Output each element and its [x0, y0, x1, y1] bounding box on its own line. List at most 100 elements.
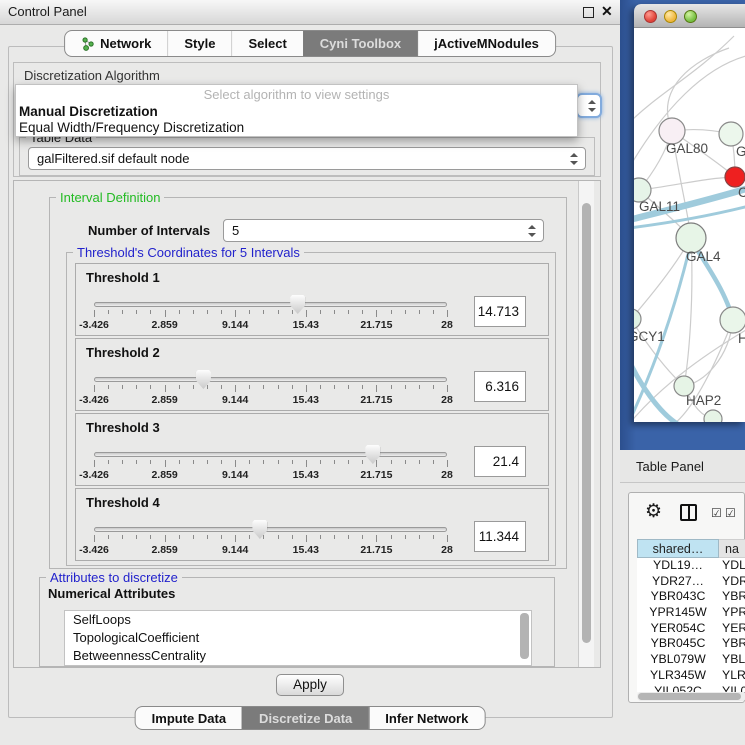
attribute-list-item[interactable]: SelfLoops [65, 611, 531, 629]
thresholds-group: Threshold's Coordinates for 5 Intervals … [66, 252, 556, 566]
cell-shared-name[interactable]: YER054C [637, 621, 719, 637]
threshold-value-field[interactable]: 21.4 [474, 446, 526, 477]
stepper-icon [587, 100, 596, 112]
network-node[interactable] [720, 307, 745, 333]
cell-name[interactable]: YIL0 [719, 684, 745, 693]
tick-mark [320, 310, 321, 314]
tick-mark [179, 310, 180, 314]
tick-mark [348, 535, 349, 539]
slider-track[interactable] [94, 377, 447, 382]
threshold-value-field[interactable]: 6.316 [474, 371, 526, 402]
table-rows: YDL19…YDL1YDR27…YDR2YBR043CYBR0YPR145WYP… [637, 558, 745, 692]
apply-button[interactable]: Apply [276, 674, 344, 696]
table-row[interactable]: YBR043CYBR0 [637, 589, 745, 605]
table-row[interactable]: YPR145WYPR1 [637, 605, 745, 621]
table-row[interactable]: YLR345WYLR3 [637, 668, 745, 684]
cell-shared-name[interactable]: YPR145W [637, 605, 719, 621]
checkbox-icon[interactable]: ☑ [711, 506, 722, 520]
close-icon[interactable]: ✕ [601, 3, 613, 20]
tick-mark [150, 310, 151, 314]
float-window-icon[interactable] [583, 7, 594, 18]
threshold-slider[interactable]: -3.4262.8599.14415.4321.71528 [94, 292, 447, 334]
tab-label: Network [100, 36, 151, 51]
tab-select[interactable]: Select [231, 31, 302, 56]
tick-mark [405, 310, 406, 314]
tab-style[interactable]: Style [167, 31, 231, 56]
cell-shared-name[interactable]: YBR043C [637, 589, 719, 605]
slider-track[interactable] [94, 302, 447, 307]
tick-mark [334, 385, 335, 389]
tick-mark [193, 460, 194, 464]
cell-name[interactable]: YBR0 [719, 636, 745, 652]
table-row[interactable]: YDR27…YDR2 [637, 574, 745, 590]
slider-ticks [94, 310, 447, 318]
panel-scrollbar-track[interactable] [578, 181, 594, 667]
slider-track[interactable] [94, 452, 447, 457]
network-node[interactable] [634, 309, 641, 329]
zoom-traffic-light[interactable] [684, 10, 697, 23]
cell-shared-name[interactable]: YLR345W [637, 668, 719, 684]
threshold-slider[interactable]: -3.4262.8599.14415.4321.71528 [94, 367, 447, 409]
numerical-attributes-list[interactable]: SelfLoopsTopologicalCoefficientBetweenne… [64, 610, 532, 666]
tab-discretize-data[interactable]: Discretize Data [242, 707, 368, 729]
minimize-traffic-light[interactable] [664, 10, 677, 23]
table-row[interactable]: YDL19…YDL1 [637, 558, 745, 574]
table-data-combobox[interactable]: galFiltered.sif default node [28, 147, 586, 170]
column-header-name[interactable]: na [719, 539, 745, 558]
threshold-slider[interactable]: -3.4262.8599.14415.4321.71528 [94, 442, 447, 484]
tab-infer-network[interactable]: Infer Network [368, 707, 484, 729]
cell-name[interactable]: YER0 [719, 621, 745, 637]
tick-mark [362, 535, 363, 539]
attribute-list-item[interactable]: BetweennessCentrality [65, 647, 531, 665]
tick-mark [320, 535, 321, 539]
threshold-slider[interactable]: -3.4262.8599.14415.4321.71528 [94, 517, 447, 559]
cell-name[interactable]: YDL1 [719, 558, 745, 574]
table-hscrollbar-thumb[interactable] [638, 693, 741, 700]
tab-impute-data[interactable]: Impute Data [136, 707, 242, 729]
cell-name[interactable]: YBR0 [719, 589, 745, 605]
tick-mark [391, 385, 392, 389]
tab-cyni-toolbox[interactable]: Cyni Toolbox [303, 31, 417, 56]
cell-shared-name[interactable]: YBR045C [637, 636, 719, 652]
checkbox-icon[interactable]: ☑ [725, 506, 736, 520]
network-node[interactable] [725, 167, 745, 187]
cell-name[interactable]: YDR2 [719, 574, 745, 590]
tick-mark [235, 385, 236, 392]
table-row[interactable]: YBL079WYBL0 [637, 652, 745, 668]
tick-mark [447, 535, 448, 542]
cell-shared-name[interactable]: YDR27… [637, 574, 719, 590]
table-header-row: shared… na [637, 539, 745, 558]
network-node[interactable] [719, 122, 743, 146]
tab-network[interactable]: Network [65, 31, 167, 56]
threshold-value-field[interactable]: 14.713 [474, 296, 526, 327]
cell-name[interactable]: YBL0 [719, 652, 745, 668]
cell-name[interactable]: YLR3 [719, 668, 745, 684]
table-row[interactable]: YIL052CYIL0 [637, 684, 745, 693]
cell-shared-name[interactable]: YBL079W [637, 652, 719, 668]
columns-icon[interactable] [680, 504, 697, 521]
panel-scrollbar-thumb[interactable] [582, 203, 591, 643]
cell-name[interactable]: YPR1 [719, 605, 745, 621]
tick-mark [249, 385, 250, 389]
threshold-value-field[interactable]: 11.344 [474, 521, 526, 552]
network-canvas[interactable]: GAL80GACGAL11GAL4GCY1HHAP2 [634, 28, 745, 422]
tab-jactivemnodules[interactable]: jActiveMNodules [417, 31, 555, 56]
algorithm-combo-focus-fragment[interactable] [576, 93, 602, 118]
list-scrollbar[interactable] [520, 613, 529, 659]
dropdown-item-equal-width-frequency[interactable]: Equal Width/Frequency Discretization [19, 120, 244, 135]
number-of-intervals-combobox[interactable]: 5 [223, 219, 544, 242]
close-traffic-light[interactable] [644, 10, 657, 23]
gear-icon[interactable]: ⚙ [645, 500, 662, 523]
table-hscrollbar-track[interactable] [637, 692, 745, 701]
cell-shared-name[interactable]: YIL052C [637, 684, 719, 693]
network-node[interactable] [704, 410, 722, 422]
dropdown-item-manual-discretization[interactable]: Manual Discretization [19, 104, 158, 119]
tick-mark [193, 310, 194, 314]
slider-track[interactable] [94, 527, 447, 532]
table-row[interactable]: YER054CYER0 [637, 621, 745, 637]
cell-shared-name[interactable]: YDL19… [637, 558, 719, 574]
tick-label: 28 [441, 469, 453, 481]
attribute-list-item[interactable]: TopologicalCoefficient [65, 629, 531, 647]
column-header-shared-name[interactable]: shared… [637, 539, 719, 558]
table-row[interactable]: YBR045CYBR0 [637, 636, 745, 652]
